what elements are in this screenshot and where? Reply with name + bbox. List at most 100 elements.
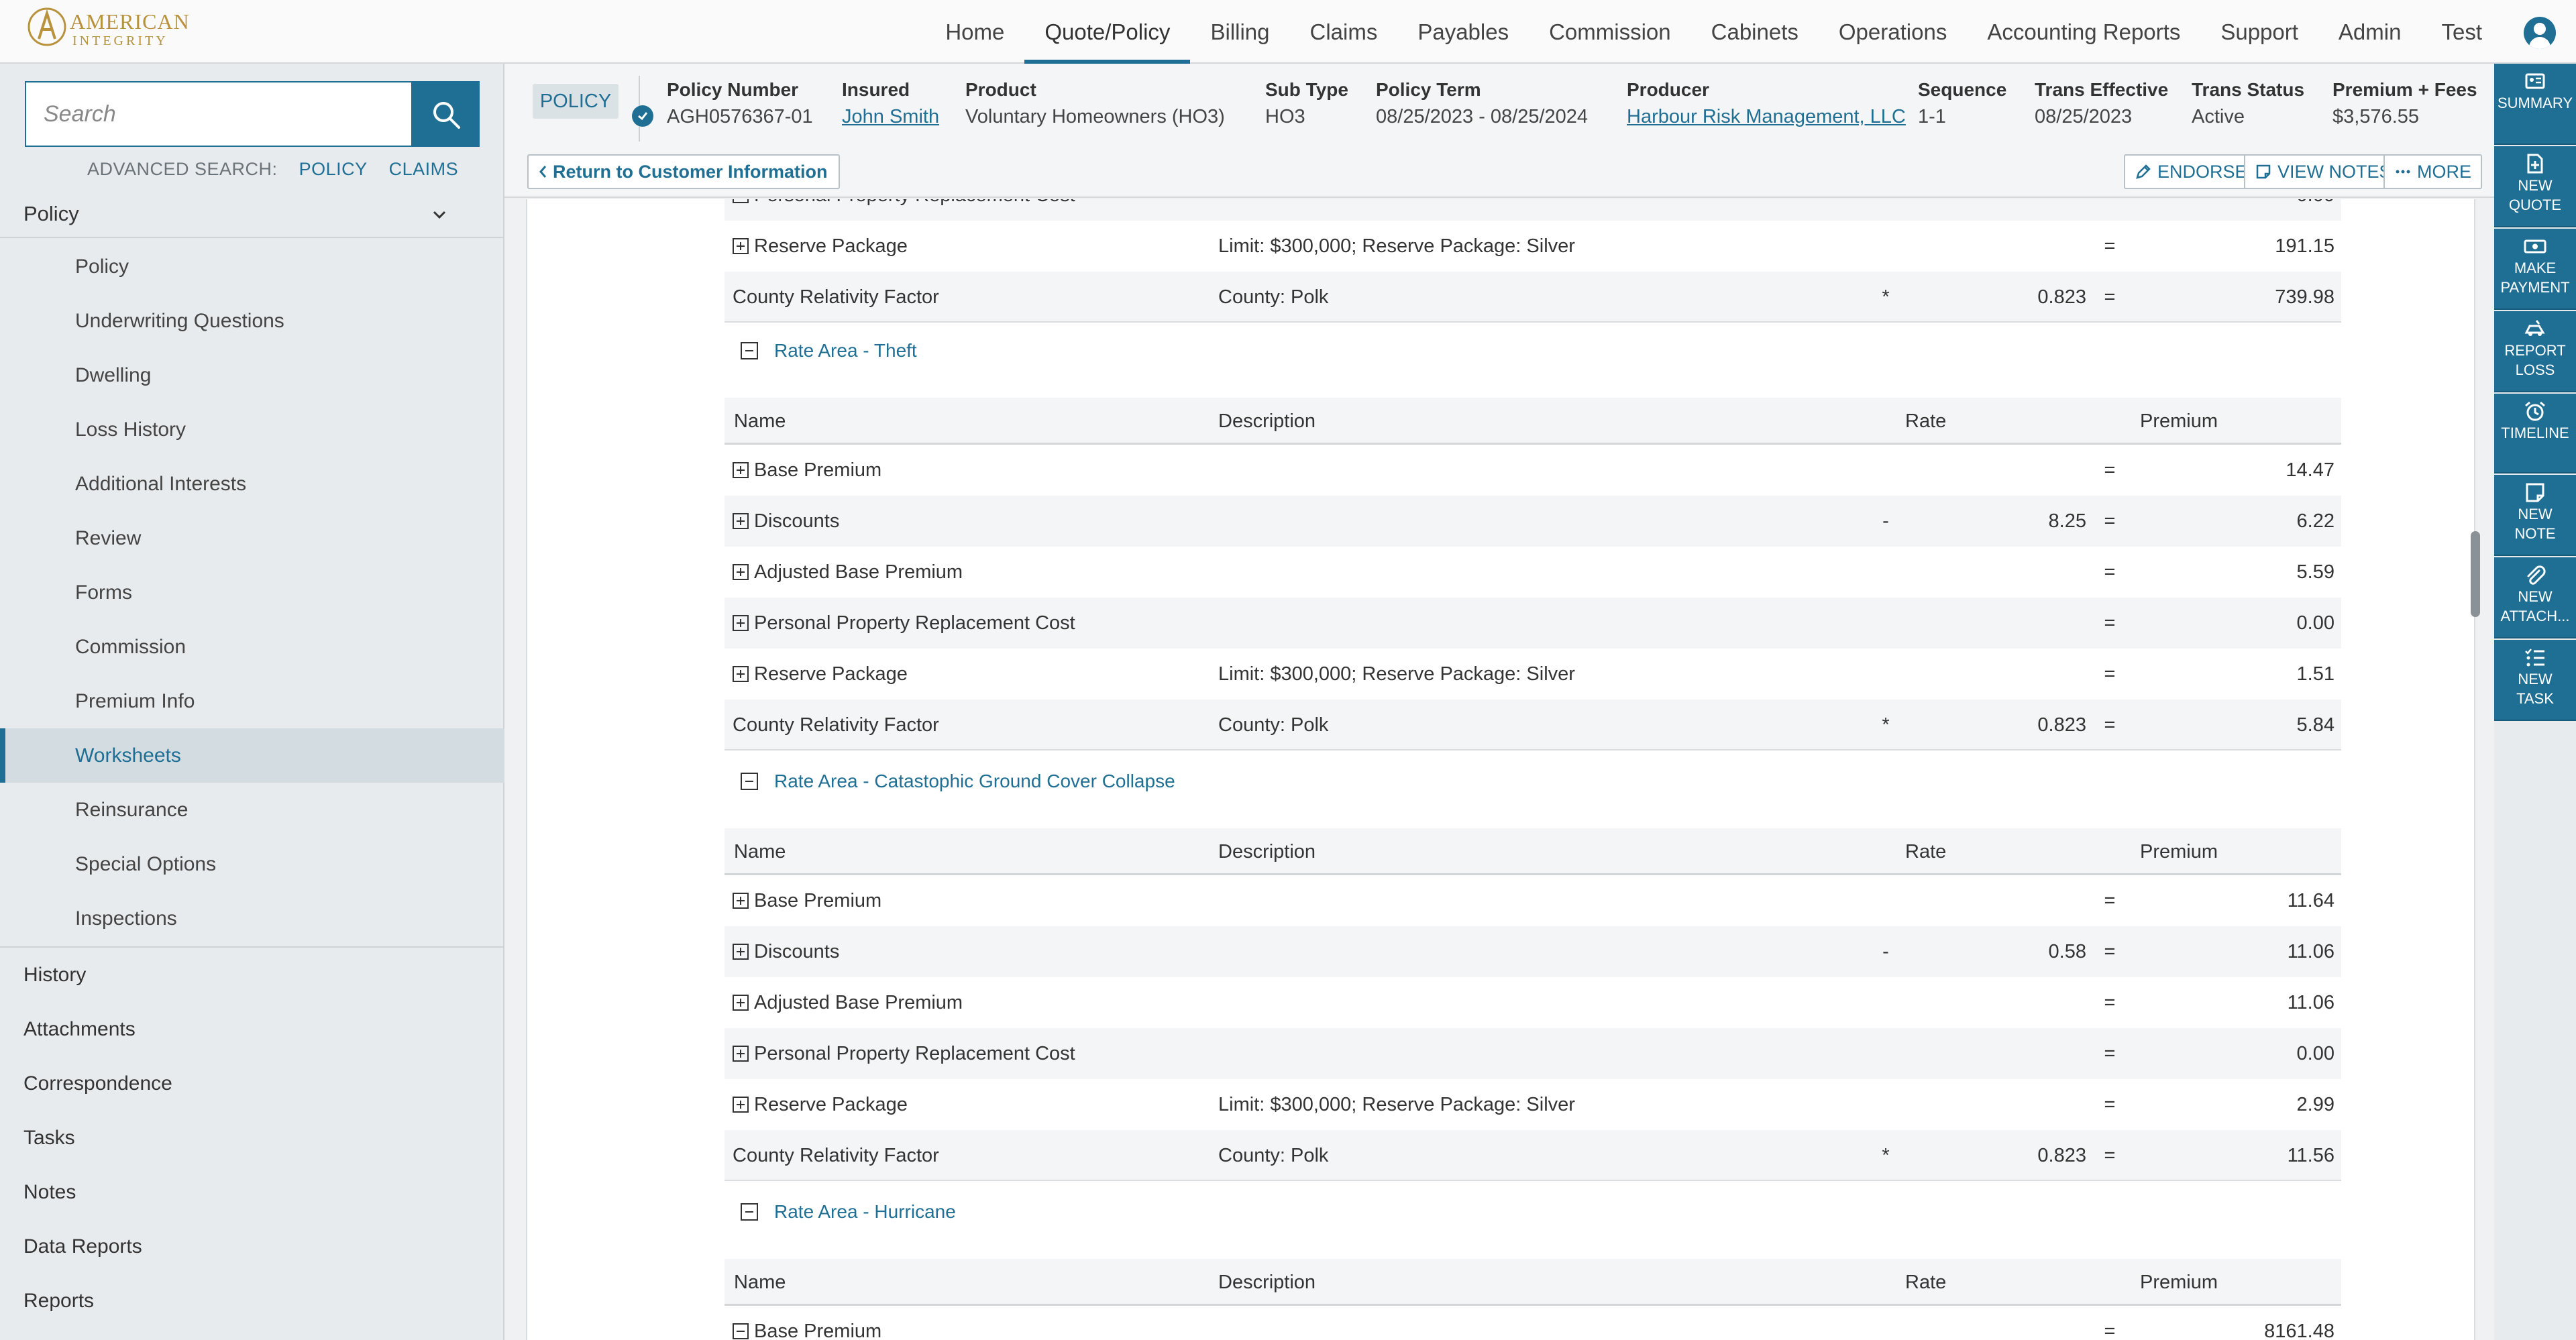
rail-button-summary[interactable]: SUMMARY — [2494, 64, 2576, 145]
expand-plus-icon[interactable] — [733, 513, 749, 529]
expand-plus-icon[interactable] — [733, 199, 749, 203]
collapse-minus-icon[interactable] — [741, 342, 758, 359]
sidebar-section-data-reports[interactable]: Data Reports — [0, 1219, 504, 1274]
header-link-producer[interactable]: Harbour Risk Management, LLC — [1627, 106, 1906, 128]
nav-item-payables[interactable]: Payables — [1397, 0, 1529, 64]
rail-button-make-payment[interactable]: MAKE PAYMENT — [2494, 229, 2576, 310]
user-avatar-icon[interactable] — [2524, 17, 2556, 49]
expand-plus-icon[interactable] — [733, 1046, 749, 1062]
row-name[interactable]: Adjusted Base Premium — [733, 977, 963, 1028]
row-premium: 11.64 — [2287, 889, 2334, 911]
view-notes-button[interactable]: VIEW NOTES — [2244, 154, 2402, 189]
search-button[interactable] — [413, 81, 480, 147]
nav-item-quote-policy[interactable]: Quote/Policy — [1024, 0, 1191, 64]
nav-item-cabinets[interactable]: Cabinets — [1691, 0, 1819, 64]
sidebar-item-review[interactable]: Review — [0, 511, 504, 565]
row-name-text: Discounts — [754, 940, 840, 962]
sidebar-item-loss-history[interactable]: Loss History — [0, 402, 504, 457]
sidebar-section-policy[interactable]: Policy — [0, 191, 504, 238]
advanced-search-claims-link[interactable]: CLAIMS — [389, 159, 459, 179]
sidebar-item-inspections[interactable]: Inspections — [0, 891, 504, 946]
nav-item-commission[interactable]: Commission — [1529, 0, 1691, 64]
rate-area-title[interactable]: Rate Area - Hurricane — [741, 1193, 956, 1231]
rail-button-timeline[interactable]: TIMELINE — [2494, 394, 2576, 473]
row-name[interactable]: Base Premium — [733, 1306, 881, 1340]
more-button[interactable]: MORE — [2383, 154, 2482, 189]
column-header-description: Description — [1218, 1271, 1316, 1293]
nav-item-test[interactable]: Test — [2421, 0, 2502, 64]
sidebar-item-forms[interactable]: Forms — [0, 565, 504, 620]
sidebar-item-worksheets[interactable]: Worksheets — [0, 728, 504, 783]
nav-item-admin[interactable]: Admin — [2318, 0, 2422, 64]
rate-area-title[interactable]: Rate Area - Theft — [741, 332, 917, 370]
row-name[interactable]: Reserve Package — [733, 1079, 908, 1130]
nav-item-billing[interactable]: Billing — [1190, 0, 1289, 64]
sidebar-item-additional-interests[interactable]: Additional Interests — [0, 457, 504, 511]
rate-area-title[interactable]: Rate Area - Catastophic Ground Cover Col… — [741, 763, 1175, 800]
sidebar-section-notes[interactable]: Notes — [0, 1165, 504, 1219]
company-logo[interactable]: AMERICAN INTEGRITY — [25, 5, 189, 56]
expand-plus-icon[interactable] — [733, 238, 749, 254]
sidebar-item-dwelling[interactable]: Dwelling — [0, 348, 504, 402]
row-name[interactable]: Base Premium — [733, 445, 881, 496]
advanced-search-policy-link[interactable]: POLICY — [299, 159, 368, 179]
nav-item-home[interactable]: Home — [925, 0, 1024, 64]
row-name[interactable]: Personal Property Replacement Cost — [733, 199, 1075, 221]
scrollbar-thumb[interactable] — [2471, 531, 2480, 617]
expand-plus-icon[interactable] — [733, 1097, 749, 1113]
header-field-trans-effective: Trans Effective 08/25/2023 — [2035, 79, 2168, 128]
sidebar-section-attachments[interactable]: Attachments — [0, 1002, 504, 1056]
return-to-customer-button[interactable]: Return to Customer Information — [527, 154, 840, 189]
row-name[interactable]: Reserve Package — [733, 649, 908, 700]
collapse-minus-icon[interactable] — [741, 773, 758, 790]
row-equals: = — [2104, 1320, 2116, 1340]
row-name[interactable]: Base Premium — [733, 875, 881, 926]
expand-plus-icon[interactable] — [733, 666, 749, 682]
nav-item-support[interactable]: Support — [2200, 0, 2318, 64]
row-name[interactable]: Discounts — [733, 496, 839, 547]
rail-button-report-loss[interactable]: REPORT LOSS — [2494, 311, 2576, 392]
rail-button-new-quote[interactable]: NEW QUOTE — [2494, 146, 2576, 227]
expand-plus-icon[interactable] — [733, 564, 749, 580]
rail-button-label: QUOTE — [2508, 197, 2562, 213]
sidebar-item-policy[interactable]: Policy — [0, 239, 504, 294]
collapse-minus-icon[interactable] — [741, 1203, 758, 1221]
row-name[interactable]: Adjusted Base Premium — [733, 547, 963, 598]
expand-plus-icon[interactable] — [733, 615, 749, 631]
header-field-label: Trans Status — [2192, 79, 2305, 100]
sidebar-section-history[interactable]: History — [0, 948, 504, 1002]
nav-item-operations[interactable]: Operations — [1819, 0, 1967, 64]
nav-item-accounting-reports[interactable]: Accounting Reports — [1967, 0, 2200, 64]
sidebar-item-reinsurance[interactable]: Reinsurance — [0, 783, 504, 837]
sidebar-item-commission[interactable]: Commission — [0, 620, 504, 674]
sidebar-section-correspondence[interactable]: Correspondence — [0, 1056, 504, 1111]
rail-button-new-task[interactable]: NEW TASK — [2494, 640, 2576, 721]
search-icon — [433, 102, 460, 129]
header-field-value: AGH0576367-01 — [667, 106, 813, 127]
expand-plus-icon[interactable] — [733, 995, 749, 1011]
row-name[interactable]: Discounts — [733, 926, 839, 977]
sidebar-item-premium-info[interactable]: Premium Info — [0, 674, 504, 728]
rail-button-new-note[interactable]: NEW NOTE — [2494, 475, 2576, 556]
checkmark-circle-icon[interactable] — [632, 105, 653, 127]
row-name[interactable]: Reserve Package — [733, 221, 908, 272]
chevron-left-icon — [539, 166, 547, 178]
sidebar-section-tasks[interactable]: Tasks — [0, 1111, 504, 1165]
sidebar-item-underwriting-questions[interactable]: Underwriting Questions — [0, 294, 504, 348]
left-sidebar: ADVANCED SEARCH: POLICY CLAIMS Policy Poli… — [0, 64, 504, 1340]
endorse-button[interactable]: ENDORSE — [2124, 154, 2258, 189]
expand-plus-icon[interactable] — [733, 893, 749, 909]
row-rate — [1898, 547, 2086, 598]
expand-plus-icon[interactable] — [733, 462, 749, 478]
worksheet-table-header: Name Description Rate Premium — [724, 398, 2341, 445]
header-link-insured[interactable]: John Smith — [842, 106, 939, 128]
nav-item-claims[interactable]: Claims — [1289, 0, 1397, 64]
expand-plus-icon[interactable] — [733, 944, 749, 960]
sidebar-section-reports[interactable]: Reports — [0, 1274, 504, 1328]
rail-button-new-attach[interactable]: NEW ATTACH... — [2494, 557, 2576, 638]
row-name[interactable]: Personal Property Replacement Cost — [733, 1028, 1075, 1079]
search-input[interactable] — [25, 81, 413, 147]
row-name[interactable]: Personal Property Replacement Cost — [733, 598, 1075, 649]
collapse-minus-icon[interactable] — [733, 1323, 749, 1339]
sidebar-item-special-options[interactable]: Special Options — [0, 837, 504, 891]
